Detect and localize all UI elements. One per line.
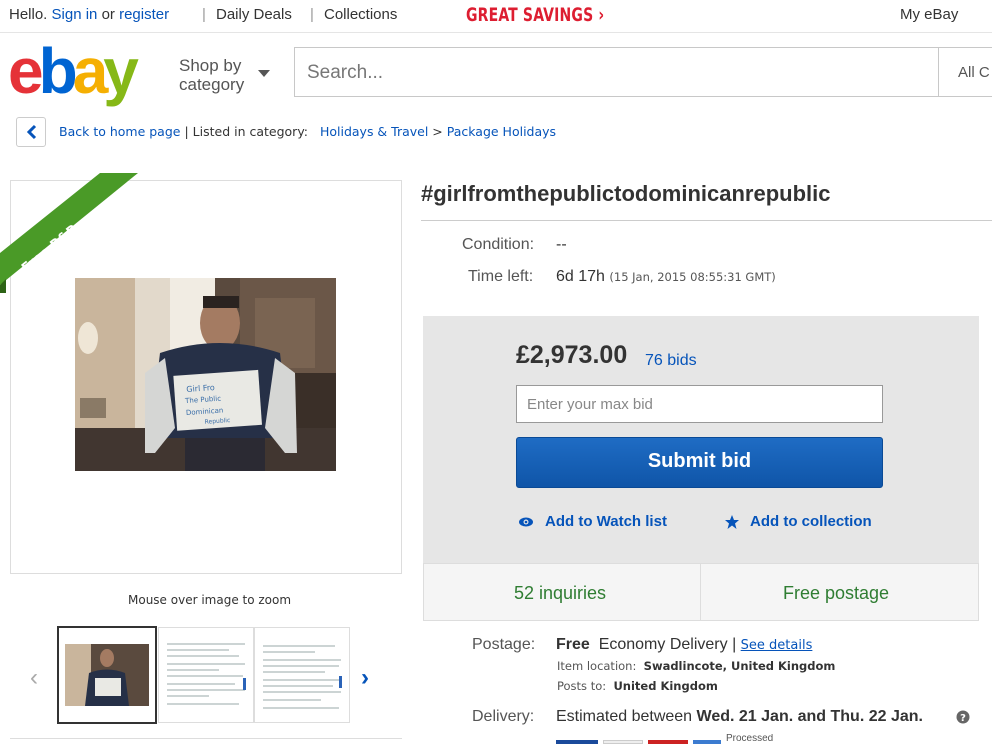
great-savings-banner[interactable]: GREAT SAVINGS › <box>466 4 604 26</box>
thumbnail-1[interactable] <box>57 626 157 724</box>
main-item-photo[interactable]: Girl Fro The Public Dominican Republic <box>75 278 336 471</box>
svg-text:?: ? <box>960 713 966 724</box>
sign-in-link[interactable]: Sign in <box>52 6 98 23</box>
bid-count-link[interactable]: 76 bids <box>645 352 697 370</box>
processed-text: Processed <box>726 734 774 744</box>
back-button[interactable] <box>16 117 46 147</box>
payment-card-icon <box>693 740 721 744</box>
chevron-right-icon[interactable]: › <box>361 664 369 692</box>
eye-icon <box>518 515 534 534</box>
divider: | <box>310 6 314 23</box>
daily-deals-link[interactable]: Daily Deals <box>216 6 292 23</box>
postage-label: Postage: <box>472 636 536 653</box>
register-link[interactable]: register <box>119 6 169 23</box>
svg-text:ebay: ebay <box>8 38 139 107</box>
auction-end-time: (15 Jan, 2015 08:55:31 GMT) <box>609 270 776 284</box>
greeting-text: Hello. Sign in or register <box>9 6 170 23</box>
star-icon <box>724 514 740 535</box>
info-bar <box>423 563 979 621</box>
chevron-left-icon <box>26 124 37 140</box>
item-title: #girlfromthepublictodominicanrepublic <box>421 181 831 206</box>
thumbnail-2[interactable] <box>158 627 254 723</box>
divider <box>421 220 992 221</box>
divider: | <box>202 6 206 23</box>
shop-by-category-button[interactable]: Shop by category <box>179 56 244 94</box>
submit-bid-label: Submit bid <box>647 450 752 472</box>
current-price: £2,973.00 <box>516 341 628 369</box>
help-icon[interactable]: ? <box>956 710 970 729</box>
thumbnail-3[interactable] <box>254 627 350 723</box>
category-link-holidays[interactable]: Holidays & Travel <box>320 124 428 139</box>
divider <box>700 563 701 621</box>
add-to-collection-link[interactable]: Add to collection <box>750 513 872 530</box>
my-ebay-link[interactable]: My eBay <box>900 6 958 23</box>
category-link-package[interactable]: Package Holidays <box>447 124 556 139</box>
payment-card-icon <box>556 740 598 744</box>
max-bid-placeholder: Enter your max bid <box>527 396 653 413</box>
free-pp-ribbon: Free P&P <box>0 173 140 293</box>
search-input[interactable] <box>294 47 954 97</box>
caret-down-icon <box>258 70 270 77</box>
payment-card-icon <box>603 740 643 744</box>
divider <box>10 738 402 739</box>
condition-value: -- <box>556 236 567 253</box>
search-placeholder: Search... <box>307 62 384 83</box>
postage-value: Free Economy Delivery | See details <box>556 636 813 653</box>
breadcrumb: Back to home page | Listed in category: … <box>59 124 557 139</box>
payment-card-icon <box>648 740 688 744</box>
chevron-left-icon[interactable]: ‹ <box>30 664 38 692</box>
ebay-logo[interactable]: ebay <box>8 35 164 107</box>
inquiries-count: 52 inquiries <box>514 583 607 603</box>
collections-link[interactable]: Collections <box>324 6 397 23</box>
category-select-label: All C <box>958 64 990 81</box>
zoom-hint: Mouse over image to zoom <box>128 593 292 607</box>
see-details-link[interactable]: See details <box>741 638 813 653</box>
back-to-home-link[interactable]: Back to home page <box>59 124 180 139</box>
top-bar: Hello. Sign in or register | Daily Deals… <box>0 0 992 33</box>
posts-to: Posts to: United Kingdom <box>557 679 718 693</box>
delivery-label: Delivery: <box>472 708 535 725</box>
delivery-estimate: Estimated between Wed. 21 Jan. and Thu. … <box>556 708 923 725</box>
condition-label: Condition: <box>462 236 535 253</box>
item-location: Item location: Swadlincote, United Kingd… <box>557 659 836 673</box>
time-left-value: 6d 17h (15 Jan, 2015 08:55:31 GMT) <box>556 268 776 285</box>
free-postage-label: Free postage <box>783 583 890 603</box>
add-to-watch-list-link[interactable]: Add to Watch list <box>545 513 667 530</box>
time-left-label: Time left: <box>468 268 534 285</box>
